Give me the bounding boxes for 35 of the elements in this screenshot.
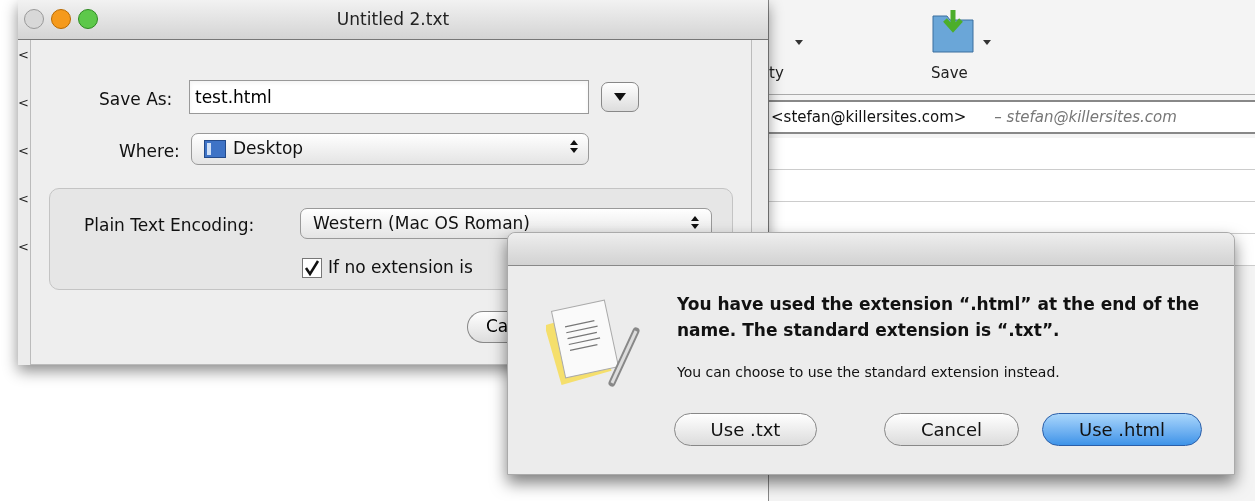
alert-button[interactable]: Use .txt (674, 413, 817, 446)
from-note: – stefan@killersites.com (994, 106, 1177, 128)
where-popup[interactable]: Desktop (191, 133, 589, 165)
from-address: <stefan@killersites.com> (771, 106, 967, 128)
checkbox-label: If no extension is (328, 256, 473, 279)
save-as-label: Save As: (99, 88, 173, 111)
desktop-icon (204, 140, 226, 158)
close-button[interactable] (24, 9, 44, 29)
caret-icon (614, 93, 626, 101)
zoom-button[interactable] (78, 9, 98, 29)
toolbar-button[interactable]: ty (769, 62, 784, 85)
save-as-field[interactable]: test.html (189, 80, 589, 114)
alert-button[interactable]: Use .html (1042, 413, 1202, 446)
caret-icon (983, 40, 991, 45)
window-title: Untitled 2.txt (336, 7, 450, 31)
folder-download-icon (931, 8, 975, 54)
code-line-mark: < (18, 46, 30, 64)
code-line-mark: < (18, 238, 30, 256)
disclosure-button[interactable] (601, 82, 639, 112)
minimize-button[interactable] (51, 9, 71, 29)
where-value: Desktop (233, 137, 304, 161)
save-button[interactable]: Save (931, 62, 968, 85)
where-label: Where: (119, 140, 180, 163)
alert-title: You have used the extension “.html” at the end of the name. The standard extension is “.txt”. (677, 293, 1201, 342)
checkbox[interactable] (302, 257, 322, 278)
code-line-mark: < (18, 190, 30, 208)
encoding-label: Plain Text Encoding: (84, 214, 255, 237)
code-line-mark: < (18, 94, 30, 112)
caret-icon (795, 40, 803, 45)
alert-button[interactable]: Cancel (884, 413, 1019, 446)
alert-message: You can choose to use the standard extension instead. (677, 363, 1060, 382)
code-line-mark: < (18, 142, 30, 160)
sheet-partial-button[interactable]: Ca (467, 311, 507, 343)
encoding-value: Western (Mac OS Roman) (313, 211, 530, 235)
stepper-icon (570, 140, 578, 153)
